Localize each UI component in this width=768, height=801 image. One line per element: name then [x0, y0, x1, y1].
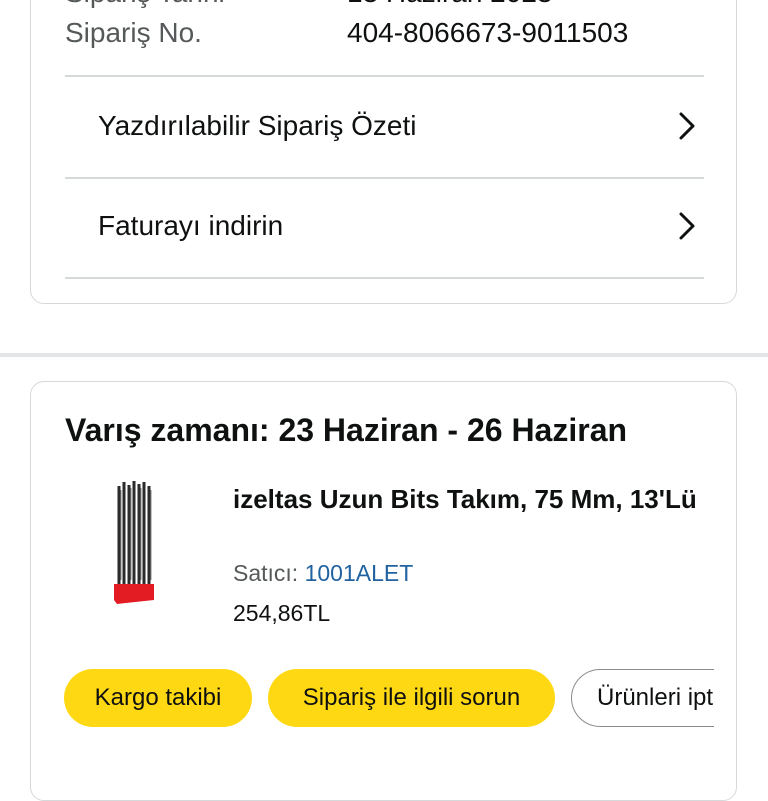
order-date-label: Sipariş Tarihi [65, 0, 225, 8]
cancel-items-button[interactable]: Ürünleri iptal et [571, 669, 714, 727]
seller-label: Satıcı: [233, 560, 299, 586]
chevron-right-icon [679, 212, 695, 240]
seller-line: Satıcı: 1001ALET [233, 560, 413, 587]
printable-order-summary-link[interactable]: Yazdırılabilir Sipariş Özeti [65, 77, 704, 175]
order-details-card: Sipariş Tarihi 13 Haziran 2023 Sipariş N… [30, 0, 737, 304]
drill-bit-set-image[interactable] [105, 480, 161, 610]
section-separator [0, 353, 768, 357]
product-price: 254,86TL [233, 600, 331, 626]
order-number-label: Sipariş No. [65, 17, 202, 48]
seller-link[interactable]: 1001ALET [305, 560, 414, 586]
order-number-row: Sipariş No. 404-8066673-9011503 [65, 17, 702, 49]
shipment-card: Varış zamanı: 23 Haziran - 26 Haziran iz… [30, 381, 737, 801]
download-invoice-label: Faturayı indirin [98, 210, 284, 241]
order-problem-button[interactable]: Sipariş ile ilgili sorun [268, 669, 555, 727]
order-date-row: Sipariş Tarihi 13 Haziran 2023 [65, 0, 702, 9]
arrival-time: Varış zamanı: 23 Haziran - 26 Haziran [65, 412, 628, 448]
chevron-right-icon [679, 112, 695, 140]
order-date-value: 13 Haziran 2023 [347, 0, 552, 9]
track-package-button[interactable]: Kargo takibi [64, 669, 252, 727]
product-title[interactable]: izeltas Uzun Bits Takım, 75 Mm, 13'Lü [233, 480, 703, 518]
printable-order-summary-label: Yazdırılabilir Sipariş Özeti [98, 110, 417, 141]
order-number-value: 404-8066673-9011503 [347, 17, 629, 48]
cancel-items-label: Ürünleri iptal et [597, 684, 714, 711]
download-invoice-link[interactable]: Faturayı indirin [65, 177, 704, 275]
divider [65, 277, 704, 279]
